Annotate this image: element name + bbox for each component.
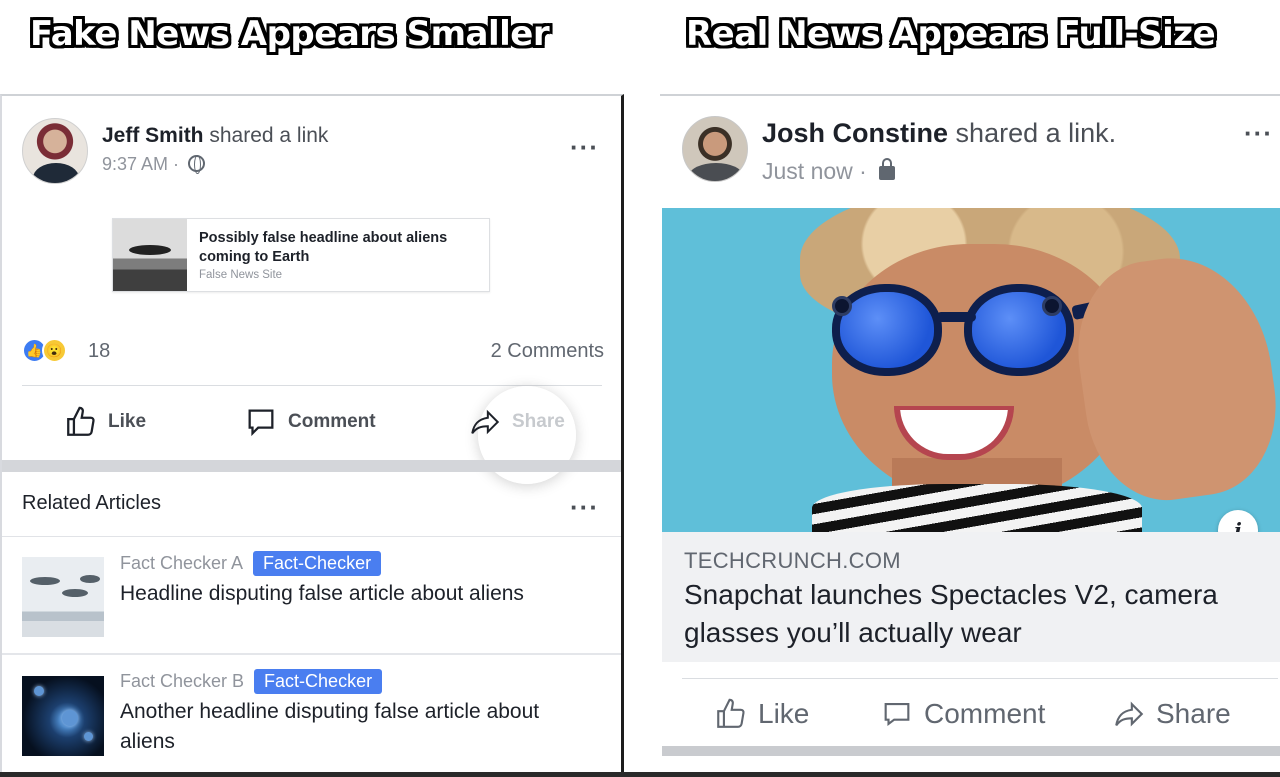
related-article[interactable]: Fact Checker A Fact-Checker Headline disp… [2,537,621,655]
comment-button[interactable]: Comment [880,692,1045,736]
thumbs-up-icon [67,406,95,436]
planet-icon [62,710,78,726]
ufo-icon [30,577,60,585]
section-separator [2,460,621,472]
timestamp-text[interactable]: 9:37 AM · [102,154,179,174]
globe-icon [188,155,206,174]
more-options-icon[interactable]: ··· [570,132,599,163]
related-article[interactable]: Fact Checker B Fact-Checker Another headl… [2,657,621,775]
left-heading: Fake News Appears Smaller [30,14,550,54]
post-timestamp: Just now · [762,158,896,185]
fact-checker-name[interactable]: Fact Checker A [120,553,243,573]
section-separator [662,746,1280,756]
avatar[interactable] [22,118,88,184]
comment-label: Comment [288,411,376,432]
share-button[interactable]: Share [468,400,565,444]
post-action-text: shared a link. [955,118,1117,148]
link-domain: TECHCRUNCH.COM [684,548,901,573]
ufo-thumbnail [22,557,104,637]
like-button[interactable]: Like [64,400,146,444]
fact-checker-name[interactable]: Fact Checker B [120,671,244,691]
real-news-post: Josh Constine shared a link. Just now · … [660,94,1280,777]
planet-icon [84,732,93,741]
share-arrow-icon [1115,701,1144,727]
share-button[interactable]: Share [1112,692,1231,736]
right-heading: Real News Appears Full-Size [686,14,1216,54]
related-options-icon[interactable]: ··· [570,492,599,523]
planet-icon [34,686,44,696]
like-label: Like [108,411,147,432]
divider [682,678,1278,679]
bottom-rule [0,772,1280,777]
lock-icon [879,158,896,180]
comments-count[interactable]: 2 Comments [491,340,604,363]
avatar[interactable] [682,116,748,182]
author-name[interactable]: Josh Constine [762,118,948,148]
comment-icon [884,703,910,727]
article-headline[interactable]: Headline disputing false article about a… [120,579,590,609]
link-title[interactable]: Snapchat launches Spectacles V2, camera … [684,576,1264,652]
ufo-icon [62,589,88,597]
post-header: Jeff Smith shared a link [102,124,328,148]
share-label: Share [512,411,565,432]
thumbs-up-icon [717,698,745,728]
comment-icon [248,409,274,437]
article-source: Fact Checker A Fact-Checker [120,551,382,576]
more-options-icon[interactable]: ··· [1244,118,1273,149]
post-action-text: shared a link [209,124,329,147]
comment-button[interactable]: Comment [244,400,376,444]
article-source: Fact Checker B Fact-Checker [120,669,383,694]
like-button[interactable]: Like [714,692,809,736]
link-source: False News Site [199,269,283,281]
article-headline[interactable]: Another headline disputing false article… [120,697,590,757]
striped-shirt [812,484,1142,532]
link-preview-card[interactable]: Possibly false headline about aliens com… [112,218,490,292]
divider [22,385,602,386]
wow-reaction-icon[interactable]: 😮 [42,338,67,363]
author-name[interactable]: Jeff Smith [102,124,204,147]
camera-icon [1042,296,1062,316]
related-articles-title: Related Articles [22,492,161,514]
share-label: Share [1156,698,1231,729]
ufo-icon [129,245,171,255]
like-label: Like [758,698,810,729]
link-hero-image[interactable]: i [662,208,1280,532]
fact-checker-badge: Fact-Checker [254,669,383,694]
fact-checker-badge: Fact-Checker [253,551,382,576]
camera-icon [832,296,852,316]
link-caption[interactable]: TECHCRUNCH.COM Snapchat launches Spectac… [662,532,1280,662]
space-thumbnail [22,676,104,756]
info-icon[interactable]: i [1218,510,1258,532]
share-arrow-icon [471,409,500,435]
reaction-count[interactable]: 18 [88,340,110,363]
post-timestamp: 9:37 AM · [102,154,206,175]
fake-news-post: Jeff Smith shared a link 9:37 AM · ··· P… [0,94,624,777]
timestamp-text[interactable]: Just now · [762,158,867,184]
post-header: Josh Constine shared a link. [762,118,1116,149]
ufo-icon [80,575,100,583]
glasses-bridge [936,312,976,322]
link-title[interactable]: Possibly false headline about aliens com… [199,229,479,267]
link-thumbnail [113,219,187,291]
comment-label: Comment [924,698,1046,729]
reactions-row: 👍 😮 18 2 Comments [22,336,604,366]
